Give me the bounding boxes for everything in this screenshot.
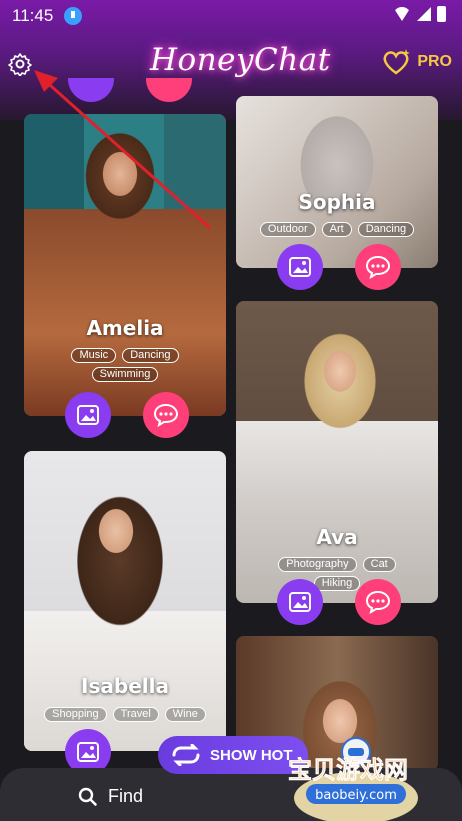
profile-card-sophia[interactable]: Sophia Outdoor Art Dancing [236,96,438,268]
image-icon [289,592,311,612]
tag: Outdoor [259,222,316,237]
settings-gear-icon[interactable] [8,52,32,76]
watermark-logo: 宝贝游戏网 baobeiy.com [286,736,456,821]
profile-photo [236,96,438,268]
profile-card-ava[interactable]: Ava Photography Cat Hiking [236,301,438,603]
profile-tags: Photography Cat Hiking [236,557,438,591]
tag: Cat [362,557,396,572]
find-button[interactable]: Find [78,786,143,807]
chat-button[interactable] [355,579,401,625]
signal-icon [417,7,431,21]
profile-name: Isabella [81,674,169,698]
gallery-button[interactable] [65,392,111,438]
tag: Swimming [91,367,159,382]
watermark-url: baobeiy.com [315,788,397,803]
app-logo: HoneyChat [150,42,331,78]
profile-tags: Outdoor Art Dancing [236,222,438,237]
chat-bubble-icon [153,403,179,427]
tag: Wine [164,707,206,722]
tag: Photography [278,557,357,572]
profile-tags: Music Dancing Swimming [24,348,226,382]
download-icon [64,7,82,25]
profile-tags: Shopping Travel Wine [24,707,226,722]
status-time: 11:45 [12,6,54,25]
gallery-button[interactable] [277,579,323,625]
status-icons [393,6,446,22]
gallery-button[interactable] [277,244,323,290]
battery-icon [437,6,446,22]
watermark-text: 宝贝游戏网 [288,756,408,784]
tag: Music [71,348,117,363]
tag: Art [321,222,352,237]
tag: Dancing [122,348,179,363]
image-icon [77,742,99,762]
image-icon [289,257,311,277]
show-hot-label: SHOW HOT [210,746,293,764]
tag: Travel [112,707,159,722]
chat-bubble-icon [365,590,391,614]
profile-card-amelia[interactable]: Amelia Music Dancing Swimming [24,114,226,416]
profile-card-isabella[interactable]: Isabella Shopping Travel Wine [24,451,226,751]
find-label: Find [108,786,144,806]
tag: Dancing [357,222,415,237]
profile-photo [24,451,226,751]
chat-button[interactable] [355,244,401,290]
chat-button[interactable] [143,392,189,438]
search-icon [78,787,97,806]
profile-name: Ava [316,525,358,549]
wifi-icon [393,7,411,21]
profile-name: Sophia [298,190,376,214]
image-icon [77,405,99,425]
pro-label: PRO [417,53,452,70]
pro-button[interactable]: PRO [381,48,452,76]
heart-icon [383,49,411,75]
chat-bubble-icon [365,255,391,279]
tag: Hiking [313,576,361,591]
tag: Shopping [44,707,107,722]
profile-name: Amelia [86,316,164,340]
swap-arrows-icon [172,744,200,766]
status-bar: 11:45 [0,0,462,32]
